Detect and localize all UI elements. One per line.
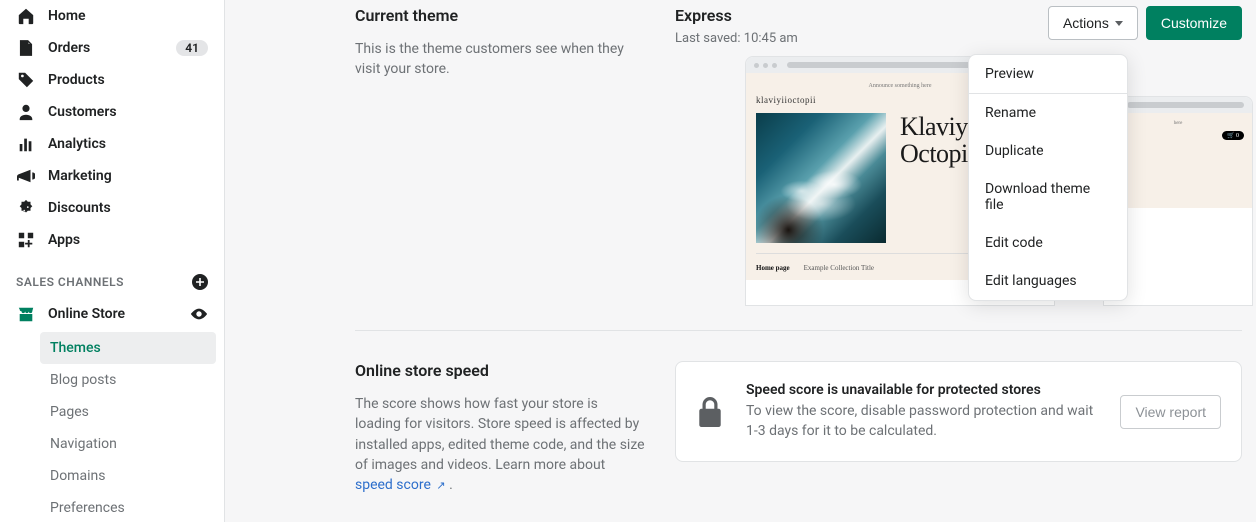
subnav-pages-label: Pages — [50, 404, 89, 420]
bars-icon — [16, 134, 36, 154]
speed-desc-text: The score shows how fast your store is l… — [355, 396, 645, 473]
nav-marketing[interactable]: Marketing — [8, 160, 216, 192]
megaphone-icon — [16, 166, 36, 186]
speed-score-link-label: speed score — [355, 477, 431, 493]
external-icon: ↗ — [436, 479, 445, 492]
orders-icon — [16, 38, 36, 58]
chevron-down-icon — [1115, 21, 1123, 26]
nav-discounts[interactable]: Discounts — [8, 192, 216, 224]
sidebar: Home Orders 41 Products Customers Analyt… — [0, 0, 225, 522]
customize-button[interactable]: Customize — [1146, 6, 1242, 40]
nav-online-store[interactable]: Online Store — [8, 298, 216, 330]
dropdown-duplicate[interactable]: Duplicate — [969, 132, 1127, 170]
speed-title: Online store speed — [355, 361, 645, 380]
subnav-domains[interactable]: Domains — [40, 460, 216, 492]
nav-home-label: Home — [48, 8, 208, 24]
preview-hero-image — [756, 113, 886, 243]
dropdown-download-label: Download theme file — [985, 181, 1090, 213]
dropdown-download[interactable]: Download theme file — [969, 170, 1127, 224]
nav-orders[interactable]: Orders 41 — [8, 32, 216, 64]
customize-button-label: Customize — [1161, 15, 1227, 31]
lock-icon — [696, 397, 724, 427]
dropdown-edit-code[interactable]: Edit code — [969, 224, 1127, 262]
subnav-domains-label: Domains — [50, 468, 105, 484]
nav-apps-label: Apps — [48, 232, 208, 248]
preview-nav-home: Home page — [756, 264, 790, 272]
subnav-preferences-label: Preferences — [50, 500, 125, 516]
preview-nav-collection: Example Collection Title — [804, 264, 874, 272]
dropdown-preview-label: Preview — [985, 66, 1034, 82]
view-store-icon[interactable] — [190, 305, 208, 323]
speed-score-link[interactable]: speed score — [355, 477, 431, 493]
tag-icon — [16, 70, 36, 90]
dropdown-duplicate-label: Duplicate — [985, 143, 1044, 159]
nav-products-label: Products — [48, 72, 208, 88]
theme-last-saved: Last saved: 10:45 am — [675, 31, 798, 46]
nav-products[interactable]: Products — [8, 64, 216, 96]
theme-name: Express — [675, 6, 798, 25]
subnav-navigation[interactable]: Navigation — [40, 428, 216, 460]
section-divider — [355, 330, 1242, 331]
speed-card-text: To view the score, disable password prot… — [746, 402, 1098, 441]
dropdown-rename-label: Rename — [985, 105, 1036, 121]
view-report-button[interactable]: View report — [1120, 395, 1221, 429]
current-theme-title: Current theme — [355, 6, 645, 25]
home-icon — [16, 6, 36, 26]
preview-title-1: Klaviy — [900, 113, 968, 140]
current-theme-section: Current theme This is the theme customer… — [355, 0, 1256, 306]
main-content: Current theme This is the theme customer… — [225, 0, 1256, 522]
subnav-navigation-label: Navigation — [50, 436, 117, 452]
cart-pill: 🛒 0 — [1222, 131, 1244, 140]
actions-button-label: Actions — [1063, 15, 1109, 31]
subnav-blog[interactable]: Blog posts — [40, 364, 216, 396]
subnav-pages[interactable]: Pages — [40, 396, 216, 428]
nav-analytics-label: Analytics — [48, 136, 208, 152]
orders-badge: 41 — [176, 40, 208, 56]
nav-home[interactable]: Home — [8, 0, 216, 32]
subnav-themes[interactable]: Themes — [40, 332, 216, 364]
dropdown-edit-languages[interactable]: Edit languages — [969, 262, 1127, 300]
speed-card-title: Speed score is unavailable for protected… — [746, 382, 1098, 398]
person-icon — [16, 102, 36, 122]
mobile-title-2: i — [1112, 175, 1244, 203]
apps-icon — [16, 230, 36, 250]
mobile-announce: here — [1112, 119, 1244, 128]
subnav-themes-label: Themes — [50, 340, 101, 356]
dropdown-edit-code-label: Edit code — [985, 235, 1043, 251]
storefront-icon — [16, 304, 36, 324]
nav-orders-label: Orders — [48, 40, 164, 56]
subnav-blog-label: Blog posts — [50, 372, 116, 388]
online-store-subnav: Themes Blog posts Pages Navigation Domai… — [8, 332, 216, 522]
nav-analytics[interactable]: Analytics — [8, 128, 216, 160]
speed-desc-end: . — [449, 477, 453, 493]
add-channel-button[interactable] — [192, 274, 208, 290]
actions-dropdown: Preview Rename Duplicate Download theme … — [968, 54, 1128, 301]
speed-desc: The score shows how fast your store is l… — [355, 394, 645, 495]
view-report-label: View report — [1135, 404, 1206, 420]
sales-channels-header: SALES CHANNELS — [8, 256, 216, 298]
nav-marketing-label: Marketing — [48, 168, 208, 184]
nav-online-store-label: Online Store — [48, 306, 178, 322]
discount-icon — [16, 198, 36, 218]
subnav-preferences[interactable]: Preferences — [40, 492, 216, 522]
nav-apps[interactable]: Apps — [8, 224, 216, 256]
speed-card: Speed score is unavailable for protected… — [675, 361, 1242, 462]
preview-title-2: Octopi — [900, 140, 968, 167]
nav-customers[interactable]: Customers — [8, 96, 216, 128]
sales-channels-label: SALES CHANNELS — [16, 275, 124, 289]
mobile-title-1: i- — [1112, 147, 1244, 175]
theme-preview: Announce something here klaviyiioctopii … — [675, 56, 1256, 306]
nav-customers-label: Customers — [48, 104, 208, 120]
actions-button[interactable]: Actions — [1048, 6, 1138, 40]
dropdown-rename[interactable]: Rename — [969, 94, 1127, 132]
dropdown-preview[interactable]: Preview — [969, 55, 1127, 93]
current-theme-desc: This is the theme customers see when the… — [355, 39, 645, 80]
theme-header: Express Last saved: 10:45 am Actions Cus… — [675, 6, 1256, 46]
dropdown-edit-languages-label: Edit languages — [985, 273, 1077, 289]
nav-discounts-label: Discounts — [48, 200, 208, 216]
speed-section: Online store speed The score shows how f… — [355, 355, 1256, 495]
